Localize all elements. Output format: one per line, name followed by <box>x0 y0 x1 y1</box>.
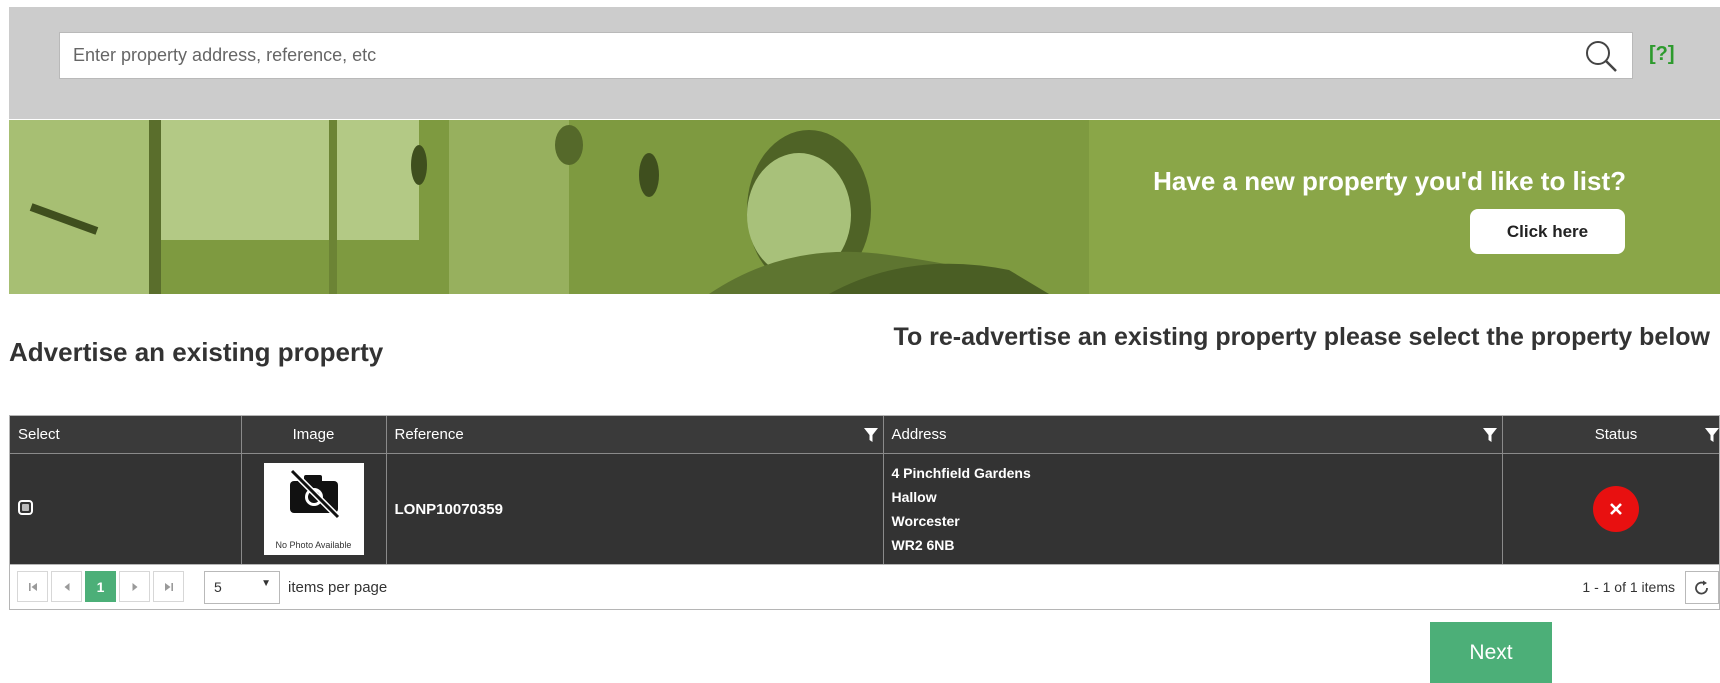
first-page-button[interactable] <box>17 571 48 602</box>
column-header-image: Image <box>241 416 387 454</box>
address-cell: 4 Pinchfield Gardens Hallow Worcester WR… <box>883 453 1503 564</box>
next-page-icon <box>132 582 137 591</box>
last-page-icon <box>164 582 173 591</box>
column-header-address-label: Address <box>891 426 947 443</box>
last-page-button[interactable] <box>153 571 184 602</box>
table-row[interactable]: No Photo Available LONP10070359 4 Pinchf… <box>10 453 1719 564</box>
column-header-image-label: Image <box>292 426 335 443</box>
reference-value: LONP10070359 <box>394 500 503 518</box>
column-header-reference[interactable]: Reference <box>386 416 884 454</box>
column-header-address[interactable]: Address <box>883 416 1503 454</box>
image-cell: No Photo Available <box>241 453 387 564</box>
row-select-checkbox[interactable] <box>18 499 33 515</box>
banner-title: Have a new property you'd like to list? <box>1153 166 1626 196</box>
search-box <box>59 32 1633 79</box>
banner-photo <box>9 120 1309 294</box>
column-header-select-label: Select <box>18 426 60 443</box>
page-size-value: 5 <box>214 579 222 595</box>
column-header-select: Select <box>10 416 242 454</box>
next-button[interactable]: Next <box>1430 622 1552 683</box>
property-table: Select Image Reference Address Status No… <box>10 416 1720 564</box>
table-header-row: Select Image Reference Address Status <box>10 416 1720 454</box>
no-photo-text: No Photo Available <box>275 540 352 550</box>
items-per-page-label: items per page <box>288 579 388 596</box>
column-header-reference-label: Reference <box>394 426 464 443</box>
first-page-icon <box>28 582 37 591</box>
page-title: Advertise an existing property <box>9 337 384 367</box>
refresh-button[interactable] <box>1685 571 1719 604</box>
next-page-button[interactable] <box>119 571 150 602</box>
column-header-status[interactable]: Status <box>1502 416 1720 454</box>
reference-cell: LONP10070359 <box>386 453 884 564</box>
no-photo-camera-icon <box>289 469 340 519</box>
address-line: Hallow <box>891 489 937 505</box>
search-icon[interactable] <box>1584 39 1618 73</box>
address-line: Worcester <box>891 513 960 529</box>
filter-icon[interactable] <box>863 427 879 443</box>
chevron-down-icon: ▼ <box>261 578 271 589</box>
refresh-icon <box>1695 580 1708 594</box>
address-line: 4 Pinchfield Gardens <box>891 465 1031 481</box>
promo-banner: Have a new property you'd like to list? … <box>9 120 1720 294</box>
pager: 1 5 ▼ items per page 1 - 1 of 1 items <box>10 564 1719 609</box>
page-button-current[interactable]: 1 <box>85 571 116 602</box>
no-photo-placeholder: No Photo Available <box>263 463 364 555</box>
previous-page-icon <box>64 582 69 591</box>
status-badge <box>1593 486 1639 532</box>
filter-icon[interactable] <box>1482 427 1498 443</box>
filter-icon[interactable] <box>1704 427 1720 443</box>
pager-info: 1 - 1 of 1 items <box>1582 579 1675 595</box>
property-grid: Select Image Reference Address Status No… <box>9 415 1720 610</box>
list-property-button[interactable]: Click here <box>1470 209 1625 254</box>
close-icon <box>1610 503 1622 515</box>
search-input[interactable] <box>60 33 1560 78</box>
page-size-select[interactable]: 5 ▼ <box>204 571 280 604</box>
instruction-text: To re-advertise an existing property ple… <box>893 323 1710 351</box>
previous-page-button[interactable] <box>51 571 82 602</box>
select-cell <box>10 453 242 564</box>
help-link[interactable]: [?] <box>1649 43 1675 66</box>
column-header-status-label: Status <box>1594 426 1638 443</box>
search-band: [?] <box>9 7 1720 119</box>
status-cell <box>1502 453 1719 564</box>
address-line: WR2 6NB <box>891 537 955 553</box>
